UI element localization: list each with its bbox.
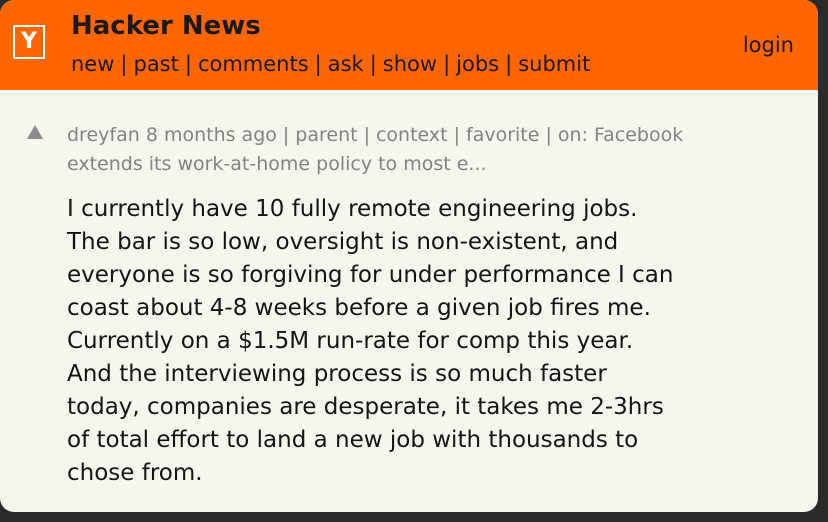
comment-meta: dreyfan 8 months ago | parent | context | favo… — [67, 121, 797, 179]
nav-past[interactable]: past — [133, 52, 178, 76]
nav-submit[interactable]: submit — [518, 52, 590, 76]
upvote-arrow-icon[interactable] — [27, 125, 43, 139]
comment-age[interactable]: 8 months ago — [146, 124, 277, 146]
comment-line: of total effort to land a new job with t… — [67, 427, 639, 453]
nav-ask[interactable]: ask — [328, 52, 364, 76]
site-title[interactable]: Hacker News — [71, 11, 261, 41]
comment-line: The bar is so low, oversight is non-exis… — [67, 229, 619, 255]
meta-separator: | — [545, 124, 552, 146]
comment-line: today, companies are desperate, it takes… — [67, 394, 664, 420]
nav-separator: | — [505, 52, 513, 76]
meta-separator: | — [453, 124, 460, 146]
story-title-link-continued[interactable]: extends its work-at-home policy to most … — [67, 153, 487, 175]
nav-jobs[interactable]: jobs — [456, 52, 499, 76]
comment-line: And the interviewing process is so much … — [67, 361, 607, 387]
comment-line: everyone is so forgiving for under perfo… — [67, 262, 674, 288]
y-logo-icon[interactable]: Y — [13, 25, 45, 59]
meta-separator: | — [363, 124, 370, 146]
hn-card: Y Hacker News new | past | comments | ask | show… — [0, 0, 818, 512]
comment-line: Currently on a $1.5M run-rate for comp t… — [67, 328, 634, 354]
header-bar: Y Hacker News new | past | comments | ask | show… — [0, 0, 818, 90]
favorite-link[interactable]: favorite — [466, 124, 539, 146]
comment-line: I currently have 10 fully remote enginee… — [67, 196, 638, 222]
comment-text: I currently have 10 fully remote enginee… — [67, 193, 807, 490]
nav-separator: | — [443, 52, 451, 76]
comment-line: coast about 4-8 weeks before a given job… — [67, 295, 651, 321]
parent-link[interactable]: parent — [295, 124, 357, 146]
comment-user[interactable]: dreyfan — [67, 124, 140, 146]
context-link[interactable]: context — [376, 124, 448, 146]
nav-separator: | — [184, 52, 192, 76]
nav-new[interactable]: new — [71, 52, 114, 76]
story-title-link[interactable]: Facebook — [594, 124, 683, 146]
comment-line: chose from. — [67, 460, 203, 486]
nav-comments[interactable]: comments — [198, 52, 309, 76]
nav-separator: | — [120, 52, 128, 76]
nav-show[interactable]: show — [383, 52, 437, 76]
on-label: on: — [557, 124, 588, 146]
meta-separator: | — [282, 124, 290, 146]
nav-separator: | — [369, 52, 377, 76]
nav-separator: | — [314, 52, 322, 76]
top-nav: new | past | comments | ask | show | jobs | submit — [71, 52, 590, 76]
login-link[interactable]: login — [743, 33, 794, 57]
